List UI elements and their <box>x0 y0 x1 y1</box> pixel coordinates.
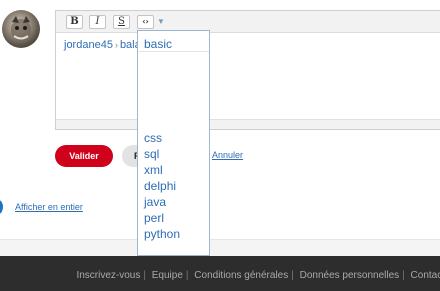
cancel-link[interactable]: Annuler <box>212 150 243 160</box>
footer-link-signup[interactable]: Inscrivez-vous <box>76 270 140 281</box>
dropdown-option[interactable]: perl <box>138 210 209 226</box>
site-footer: Inscrivez-vous | Equipe | Conditions génér… <box>0 256 440 291</box>
dropdown-option[interactable]: java <box>138 194 209 210</box>
footer-link-team[interactable]: Equipe <box>152 270 183 281</box>
footer-link-privacy[interactable]: Données personnelles <box>300 270 400 281</box>
footer-link-contact[interactable]: Contact <box>411 270 440 281</box>
breadcrumb-user[interactable]: jordane45 <box>64 39 113 51</box>
dropdown-selected-option[interactable]: basic <box>138 31 209 52</box>
dropdown-option[interactable]: delphi <box>138 178 209 194</box>
footer-separator: | <box>185 270 189 281</box>
submit-button[interactable]: Valider <box>55 145 113 167</box>
editor-toolbar: B I S ‹› ▼ <box>56 11 440 33</box>
expand-link[interactable]: Afficher en entier <box>15 202 83 212</box>
code-language-dropdown[interactable]: basic css sql xml delphi java perl pytho… <box>137 30 210 256</box>
italic-button[interactable]: I <box>89 15 106 29</box>
section-divider <box>0 239 440 256</box>
editor-resize-bar[interactable] <box>56 119 440 129</box>
user-avatar <box>2 10 40 48</box>
comment-editor[interactable]: B I S ‹› ▼ jordane45 › bala <box>55 10 440 130</box>
dropdown-blank-area <box>138 52 209 130</box>
breadcrumb: jordane45 › bala <box>64 39 141 51</box>
dropdown-option[interactable]: sql <box>138 146 209 162</box>
footer-separator: | <box>143 270 146 281</box>
avatar-image <box>11 16 31 41</box>
chevron-down-icon[interactable]: ▼ <box>157 17 165 26</box>
footer-separator: | <box>402 270 405 281</box>
expand-icon[interactable] <box>0 200 3 214</box>
bold-button[interactable]: B <box>66 15 83 29</box>
breadcrumb-separator: › <box>114 40 118 50</box>
footer-separator: | <box>291 270 294 281</box>
dropdown-option[interactable]: css <box>138 130 209 146</box>
dropdown-option[interactable]: python <box>138 226 209 242</box>
code-button[interactable]: ‹› <box>137 15 154 29</box>
dropdown-option[interactable]: xml <box>138 162 209 178</box>
footer-link-terms[interactable]: Conditions générales <box>194 270 288 281</box>
footer-links: Inscrivez-vous | Equipe | Conditions génér… <box>73 270 440 281</box>
underline-button[interactable]: S <box>113 15 130 29</box>
